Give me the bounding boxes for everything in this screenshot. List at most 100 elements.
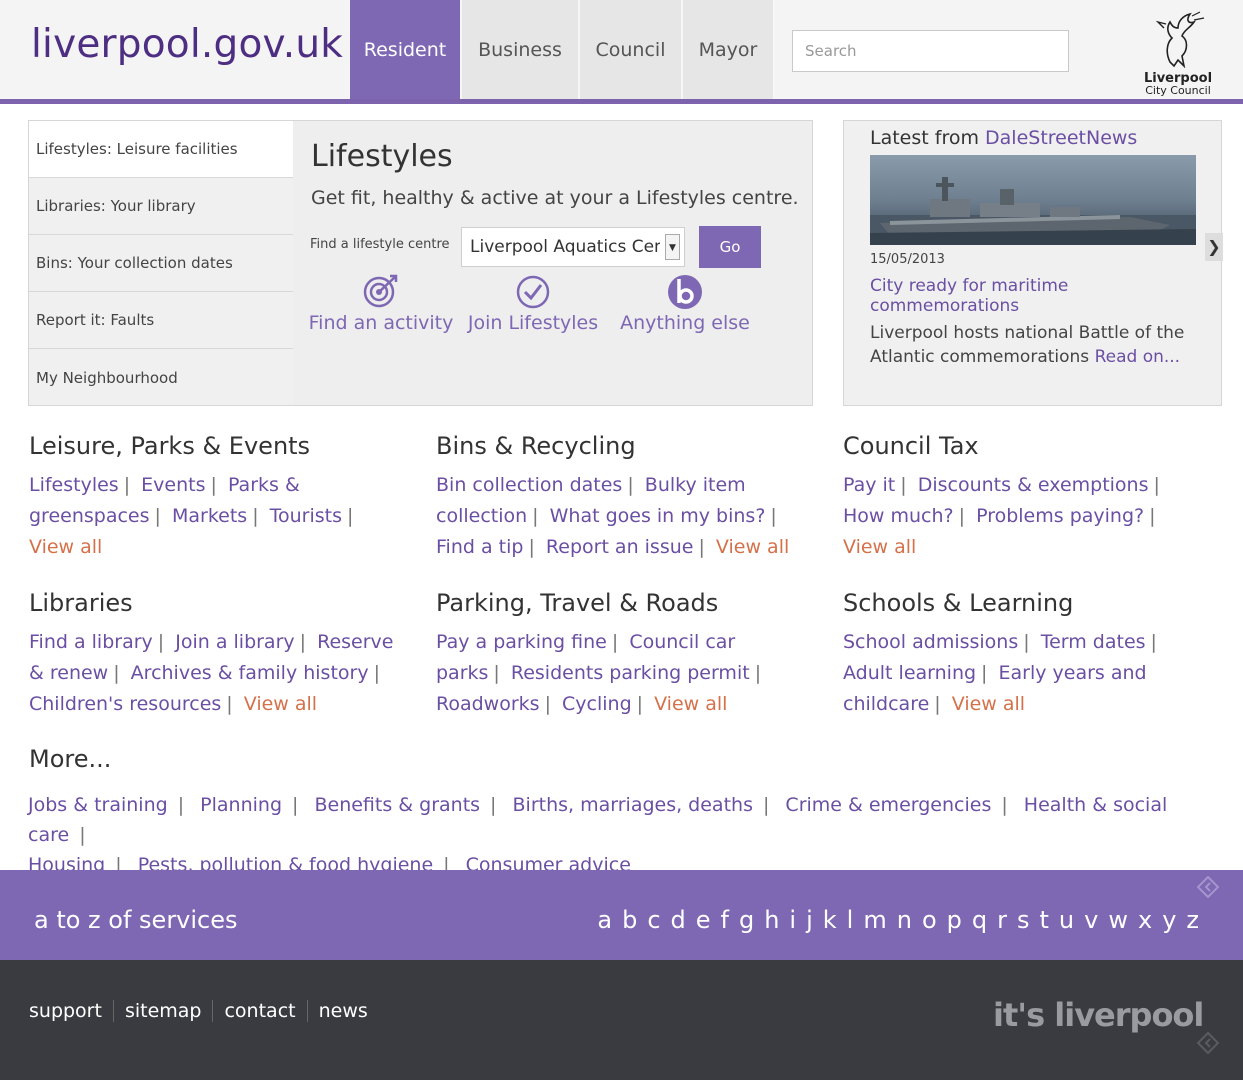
a-to-z-letter-i[interactable]: i <box>789 906 796 934</box>
site-footer: support sitemap contact news it's liverp… <box>0 960 1243 1080</box>
link-residents-parking[interactable]: Residents parking permit <box>511 662 750 684</box>
site-logo[interactable]: liverpool.gov.uk <box>31 22 343 67</box>
link-find-a-tip[interactable]: Find a tip <box>436 536 523 558</box>
a-to-z-letter-r[interactable]: r <box>997 906 1007 934</box>
link-adult-learning[interactable]: Adult learning <box>843 662 976 684</box>
link-planning[interactable]: Planning <box>200 794 282 816</box>
a-to-z-letter-u[interactable]: u <box>1059 906 1074 934</box>
category-title: Leisure, Parks & Events <box>29 432 311 460</box>
link-join-a-library[interactable]: Join a library <box>175 631 294 653</box>
footer-support-link[interactable]: support <box>29 1000 113 1022</box>
link-find-a-library[interactable]: Find a library <box>29 631 153 653</box>
link-benefits[interactable]: Benefits & grants <box>314 794 480 816</box>
quick-link-libraries[interactable]: Libraries: Your library <box>29 178 293 235</box>
link-what-goes-in-bins[interactable]: What goes in my bins? <box>550 505 766 527</box>
a-to-z-letter-h[interactable]: h <box>764 906 779 934</box>
category-title: Council Tax <box>843 432 979 460</box>
a-to-z-letter-o[interactable]: o <box>922 906 937 934</box>
next-arrow-icon[interactable]: ❯ <box>1205 233 1223 261</box>
chevron-down-icon[interactable]: ▼ <box>665 234 680 260</box>
a-to-z-letter-a[interactable]: a <box>597 906 612 934</box>
link-cycling[interactable]: Cycling <box>562 693 632 715</box>
quick-link-my-neighbourhood[interactable]: My Neighbourhood <box>29 349 293 406</box>
quick-link-bins[interactable]: Bins: Your collection dates <box>29 235 293 292</box>
a-to-z-letter-t[interactable]: t <box>1040 906 1049 934</box>
link-roadworks[interactable]: Roadworks <box>436 693 540 715</box>
nav-resident[interactable]: Resident <box>350 0 462 99</box>
link-childrens-resources[interactable]: Children's resources <box>29 693 221 715</box>
search-input[interactable] <box>792 30 1069 72</box>
link-term-dates[interactable]: Term dates <box>1041 631 1146 653</box>
link-births[interactable]: Births, marriages, deaths <box>513 794 753 816</box>
a-to-z-letter-n[interactable]: n <box>897 906 912 934</box>
link-school-admissions[interactable]: School admissions <box>843 631 1018 653</box>
link-crime[interactable]: Crime & emergencies <box>785 794 991 816</box>
view-all-link[interactable]: View all <box>843 536 916 558</box>
view-all-link[interactable]: View all <box>29 536 102 558</box>
link-lifestyles[interactable]: Lifestyles <box>29 474 119 496</box>
link-problems-paying[interactable]: Problems paying? <box>976 505 1144 527</box>
view-all-link[interactable]: View all <box>654 693 727 715</box>
link-how-much[interactable]: How much? <box>843 505 954 527</box>
a-to-z-letter-l[interactable]: l <box>847 906 854 934</box>
a-to-z-letter-j[interactable]: j <box>806 906 813 934</box>
a-to-z-letter-c[interactable]: c <box>647 906 660 934</box>
anything-else-link[interactable]: Anything else <box>615 273 755 334</box>
a-to-z-letter-q[interactable]: q <box>972 906 987 934</box>
a-to-z-letter-x[interactable]: x <box>1138 906 1152 934</box>
link-events[interactable]: Events <box>141 474 205 496</box>
category-links: Pay a parking fine | Council car parks | R… <box>436 631 762 715</box>
dale-street-news-link[interactable]: DaleStreetNews <box>985 127 1137 149</box>
link-markets[interactable]: Markets <box>172 505 247 527</box>
a-to-z-letter-f[interactable]: f <box>721 906 729 934</box>
council-crest-logo[interactable]: Liverpool City Council <box>1138 10 1218 98</box>
a-to-z-bar: a to z of services abcdefghijklmnopqrstu… <box>0 870 1243 960</box>
a-to-z-letter-m[interactable]: m <box>863 906 886 934</box>
view-all-link[interactable]: View all <box>244 693 317 715</box>
footer-news-link[interactable]: news <box>306 1000 379 1022</box>
view-all-link[interactable]: View all <box>952 693 1025 715</box>
a-to-z-letter-d[interactable]: d <box>671 906 686 934</box>
link-bin-collection-dates[interactable]: Bin collection dates <box>436 474 622 496</box>
a-to-z-letter-k[interactable]: k <box>823 906 837 934</box>
nav-business[interactable]: Business <box>462 0 580 99</box>
link-tourists[interactable]: Tourists <box>270 505 342 527</box>
link-jobs[interactable]: Jobs & training <box>28 794 168 816</box>
news-image[interactable] <box>870 155 1196 245</box>
a-to-z-letter-e[interactable]: e <box>696 906 711 934</box>
link-report-an-issue[interactable]: Report an issue <box>546 536 694 558</box>
link-discounts[interactable]: Discounts & exemptions <box>918 474 1149 496</box>
nav-mayor[interactable]: Mayor <box>683 0 775 99</box>
find-activity-link[interactable]: Find an activity <box>309 273 453 334</box>
a-to-z-letter-g[interactable]: g <box>739 906 754 934</box>
a-to-z-letter-s[interactable]: s <box>1017 906 1030 934</box>
feature-panel: Lifestyles Get fit, healthy & active at … <box>293 120 813 406</box>
scroll-up-icon[interactable] <box>1197 876 1219 898</box>
a-to-z-letter-v[interactable]: v <box>1084 906 1098 934</box>
nav-council[interactable]: Council <box>580 0 683 99</box>
a-to-z-letter-z[interactable]: z <box>1186 906 1199 934</box>
join-lifestyles-link[interactable]: Join Lifestyles <box>468 273 598 334</box>
news-title-link[interactable]: City ready for maritime commemorations <box>870 276 1200 316</box>
go-button[interactable]: Go <box>699 226 761 268</box>
footer-contact-link[interactable]: contact <box>212 1000 306 1022</box>
link-parking-fine[interactable]: Pay a parking fine <box>436 631 607 653</box>
category-title: Bins & Recycling <box>436 432 636 460</box>
view-all-link[interactable]: View all <box>716 536 789 558</box>
a-to-z-letter-p[interactable]: p <box>947 906 962 934</box>
link-pay-it[interactable]: Pay it <box>843 474 895 496</box>
scroll-up-icon[interactable] <box>1197 1032 1219 1054</box>
target-icon <box>363 274 398 308</box>
quick-link-lifestyles[interactable]: Lifestyles: Leisure facilities <box>29 121 293 178</box>
a-to-z-letter-w[interactable]: w <box>1108 906 1128 934</box>
its-liverpool-logo: it's liverpool <box>993 996 1204 1034</box>
a-to-z-letter-b[interactable]: b <box>622 906 637 934</box>
link-archives[interactable]: Archives & family history <box>131 662 369 684</box>
quick-link-report-it[interactable]: Report it: Faults <box>29 292 293 349</box>
lifestyle-centre-select[interactable]: Liverpool Aquatics Centre ▼ <box>461 227 685 267</box>
a-to-z-letter-y[interactable]: y <box>1162 906 1176 934</box>
a-to-z-title: a to z of services <box>34 906 238 934</box>
category-title: Libraries <box>29 589 133 617</box>
read-on-link[interactable]: Read on... <box>1095 347 1181 367</box>
footer-sitemap-link[interactable]: sitemap <box>112 1000 213 1022</box>
